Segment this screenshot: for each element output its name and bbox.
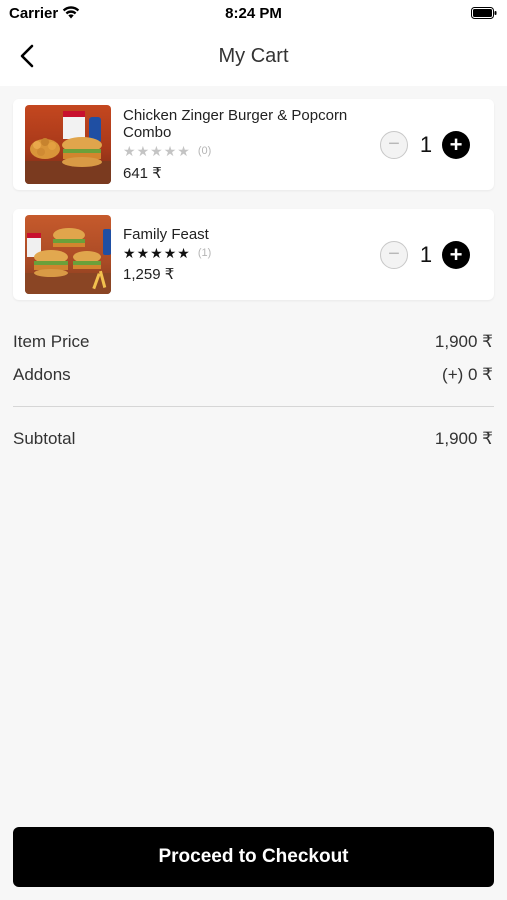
subtotal-value: 1,900 ₹	[434, 429, 493, 448]
addons-row: Addons (+) 0 ₹	[13, 365, 493, 385]
rating-count: (1)	[197, 247, 212, 259]
item-name: Chicken Zinger Burger & Popcorn Combo	[123, 107, 348, 141]
quantity-stepper: − 1 +	[380, 131, 484, 159]
star-icon: ★	[163, 245, 177, 261]
item-name: Family Feast	[123, 226, 209, 243]
item-price: 641 ₹	[123, 165, 162, 182]
status-bar: Carrier 8:24 PM	[0, 0, 507, 28]
rating: ★ ★ ★ ★ ★ (0)	[123, 144, 211, 158]
status-time: 8:24 PM	[225, 5, 282, 22]
addons-value: (+) 0 ₹	[442, 365, 493, 384]
burger-popcorn-combo-photo	[25, 105, 111, 184]
star-icon: ★	[150, 143, 163, 159]
minus-icon[interactable]: −	[380, 241, 408, 269]
star-icon: ★	[163, 143, 177, 159]
star-icon: ★	[123, 245, 136, 261]
star-icon: ★	[177, 245, 190, 261]
item-price-row: Item Price 1,900 ₹	[13, 332, 493, 352]
star-rating: ★ ★ ★ ★ ★	[123, 246, 190, 260]
cart-item: Chicken Zinger Burger & Popcorn Combo ★ ★…	[13, 99, 494, 190]
quantity-stepper: − 1 +	[380, 241, 484, 269]
cart-item: Family Feast ★ ★ ★ ★ ★ (1) 1,259 ₹ − 1 +	[13, 209, 494, 300]
star-icon: ★	[123, 143, 136, 159]
star-icon: ★	[150, 245, 163, 261]
plus-icon[interactable]: +	[442, 241, 470, 269]
subtotal-label: Subtotal	[13, 429, 76, 448]
star-icon: ★	[136, 245, 150, 261]
addons-label: Addons	[13, 365, 71, 384]
item-price: 1,259 ₹	[123, 266, 175, 283]
item-price-value: 1,900 ₹	[434, 332, 493, 351]
family-feast-photo	[25, 215, 111, 294]
minus-icon[interactable]: −	[380, 131, 408, 159]
rating-count: (0)	[197, 145, 212, 157]
star-icon: ★	[136, 143, 150, 159]
nav-bar: My Cart	[0, 28, 507, 86]
item-price-label: Item Price	[13, 332, 90, 351]
battery-icon	[471, 7, 497, 19]
subtotal-row: Subtotal 1,900 ₹	[13, 429, 493, 449]
star-icon: ★	[177, 143, 190, 159]
proceed-to-checkout-button[interactable]: Proceed to Checkout	[13, 827, 494, 887]
quantity-value: 1	[419, 132, 433, 157]
page-title: My Cart	[218, 45, 289, 67]
plus-icon[interactable]: +	[442, 131, 470, 159]
quantity-value: 1	[419, 242, 433, 267]
rating: ★ ★ ★ ★ ★ (1)	[123, 246, 211, 260]
star-rating: ★ ★ ★ ★ ★	[123, 144, 190, 158]
divider	[13, 406, 494, 407]
